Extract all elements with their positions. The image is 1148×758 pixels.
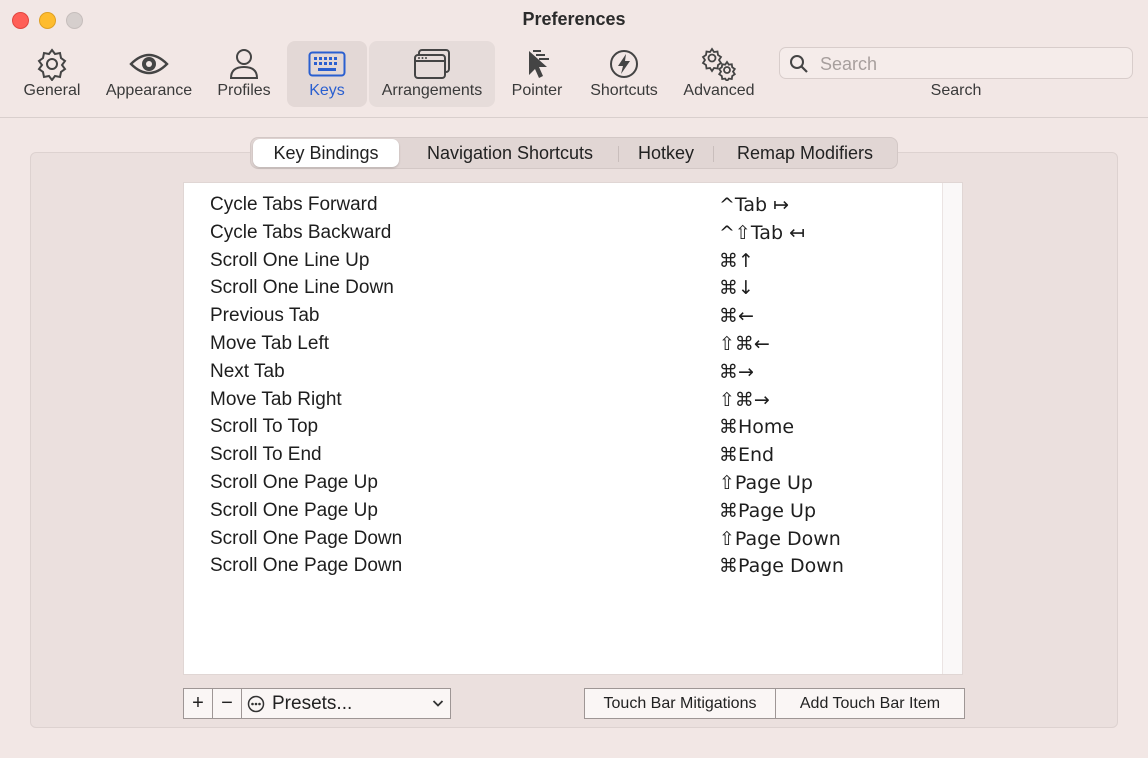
binding-shortcut: ⇧⌘← <box>719 333 770 355</box>
binding-shortcut: ⌘Page Up <box>719 499 817 522</box>
tab-key-bindings[interactable]: Key Bindings <box>253 139 399 167</box>
table-row[interactable]: Scroll One Page Down ⇧Page Down <box>184 525 942 553</box>
binding-action: Previous Tab <box>210 305 320 327</box>
toolbar-label-keys: Keys <box>309 82 345 99</box>
toolbar-item-shortcuts[interactable]: Shortcuts <box>580 41 668 107</box>
toolbar-label-general: General <box>23 82 81 99</box>
toolbar-label-appearance: Appearance <box>105 82 193 99</box>
binding-action: Next Tab <box>210 360 285 382</box>
table-row[interactable]: Move Tab Right ⇧⌘→ <box>184 386 942 414</box>
preferences-window: Preferences General Appearance Profiles <box>0 0 1148 758</box>
binding-action: Scroll One Line Up <box>210 249 370 271</box>
table-row[interactable]: Scroll One Line Down ⌘↓ <box>184 274 942 302</box>
add-touch-bar-item-button[interactable]: Add Touch Bar Item <box>776 689 964 718</box>
binding-shortcut: ^Tab ↦ <box>719 194 790 216</box>
table-row[interactable]: Previous Tab ⌘← <box>184 302 942 330</box>
toolbar-item-advanced[interactable]: Advanced <box>676 41 762 107</box>
binding-action: Scroll To Top <box>210 416 319 438</box>
binding-shortcut: ⌘↑ <box>719 249 754 272</box>
binding-shortcut: ⇧⌘→ <box>719 388 770 411</box>
binding-shortcut: ⌘← <box>719 305 754 328</box>
person-icon <box>208 47 280 81</box>
binding-shortcut: ^⇧Tab ↤ <box>719 221 805 244</box>
toolbar-label-pointer: Pointer <box>511 82 563 99</box>
vertical-scrollbar[interactable] <box>942 183 962 674</box>
keyboard-icon <box>287 47 367 81</box>
table-row[interactable]: Scroll One Line Up ⌘↑ <box>184 247 942 275</box>
binding-action: Scroll One Page Down <box>210 555 403 577</box>
search-input[interactable] <box>818 51 1122 77</box>
tab-divider <box>713 146 714 162</box>
binding-action: Scroll One Page Up <box>210 472 378 493</box>
window-title: Preferences <box>522 9 626 29</box>
table-row[interactable]: Next Tab ⌘→ <box>184 358 942 386</box>
binding-action: Scroll One Page Down <box>210 527 403 549</box>
tab-divider <box>618 146 619 162</box>
binding-action: Move Tab Right <box>210 388 342 410</box>
search-label: Search <box>930 82 982 99</box>
binding-shortcut: ⇧Page Up <box>719 472 813 494</box>
ellipsis-circle-icon <box>247 695 265 713</box>
touch-bar-controls: Touch Bar Mitigations Add Touch Bar Item <box>584 688 965 719</box>
toolbar-item-profiles[interactable]: Profiles <box>208 41 280 107</box>
table-row[interactable]: Cycle Tabs Forward ^Tab ↦ <box>184 191 942 219</box>
toolbar-label-shortcuts: Shortcuts <box>590 82 658 99</box>
remove-binding-button[interactable]: − <box>213 689 242 718</box>
toolbar-label-advanced: Advanced <box>683 82 755 99</box>
binding-shortcut: ⌘→ <box>719 360 754 383</box>
search-field[interactable] <box>779 47 1133 79</box>
toolbar-item-general[interactable]: General <box>14 41 90 107</box>
tab-hotkey[interactable]: Hotkey <box>621 138 711 168</box>
binding-action: Move Tab Left <box>210 333 330 354</box>
binding-action: Cycle Tabs Forward <box>210 194 378 215</box>
table-row[interactable]: Scroll One Page Up ⇧Page Up <box>184 469 942 497</box>
search-icon <box>790 55 808 73</box>
bindings-edit-controls: + − Presets... <box>183 688 451 719</box>
table-row[interactable]: Move Tab Left ⇧⌘← <box>184 330 942 358</box>
keys-tab-bar: Key Bindings Navigation Shortcuts Hotkey… <box>250 137 898 169</box>
toolbar-item-pointer[interactable]: Pointer <box>502 41 572 107</box>
binding-shortcut: ⌘Home <box>719 416 795 439</box>
toolbar-item-appearance[interactable]: Appearance <box>98 41 200 107</box>
binding-action: Scroll One Line Down <box>210 277 394 299</box>
binding-shortcut: ⌘Page Down <box>719 555 844 578</box>
binding-shortcut: ⌘End <box>719 444 775 467</box>
table-row[interactable]: Scroll To Top ⌘Home <box>184 413 942 441</box>
toolbar-item-arrangements[interactable]: Arrangements <box>369 41 495 107</box>
eye-icon <box>98 47 200 81</box>
touch-bar-mitigations-button[interactable]: Touch Bar Mitigations <box>585 689 776 718</box>
presets-label: Presets... <box>272 693 353 714</box>
toolbar-divider <box>0 117 1148 118</box>
table-row[interactable]: Scroll One Page Up ⌘Page Up <box>184 497 942 525</box>
chevron-down-icon <box>432 700 444 707</box>
toolbar-label-profiles: Profiles <box>217 82 271 99</box>
lightning-icon <box>580 47 668 81</box>
toolbar-item-keys[interactable]: Keys <box>287 41 367 107</box>
tab-remap-modifiers[interactable]: Remap Modifiers <box>717 138 893 168</box>
binding-action: Scroll One Page Up <box>210 499 378 521</box>
binding-action: Cycle Tabs Backward <box>210 221 392 243</box>
pointer-icon <box>502 47 572 81</box>
binding-action: Scroll To End <box>210 444 322 466</box>
binding-shortcut: ⌘↓ <box>719 277 754 300</box>
tab-navigation-shortcuts[interactable]: Navigation Shortcuts <box>403 138 617 168</box>
window-icon <box>369 47 495 81</box>
preferences-toolbar: General Appearance Profiles Keys Arrange… <box>0 40 1148 108</box>
toolbar-label-arrangements: Arrangements <box>381 82 483 99</box>
table-row[interactable]: Scroll To End ⌘End <box>184 441 942 469</box>
table-row[interactable]: Cycle Tabs Backward ^⇧Tab ↤ <box>184 219 942 247</box>
key-bindings-table[interactable]: Cycle Tabs Forward ^Tab ↦ Cycle Tabs Backw… <box>183 182 963 675</box>
presets-popup-button[interactable]: Presets... <box>242 689 450 718</box>
gear-icon <box>14 47 90 81</box>
binding-shortcut: ⇧Page Down <box>719 527 841 550</box>
add-binding-button[interactable]: + <box>184 689 213 718</box>
table-row[interactable]: Scroll One Page Down ⌘Page Down <box>184 552 942 580</box>
gears-icon <box>676 47 762 81</box>
